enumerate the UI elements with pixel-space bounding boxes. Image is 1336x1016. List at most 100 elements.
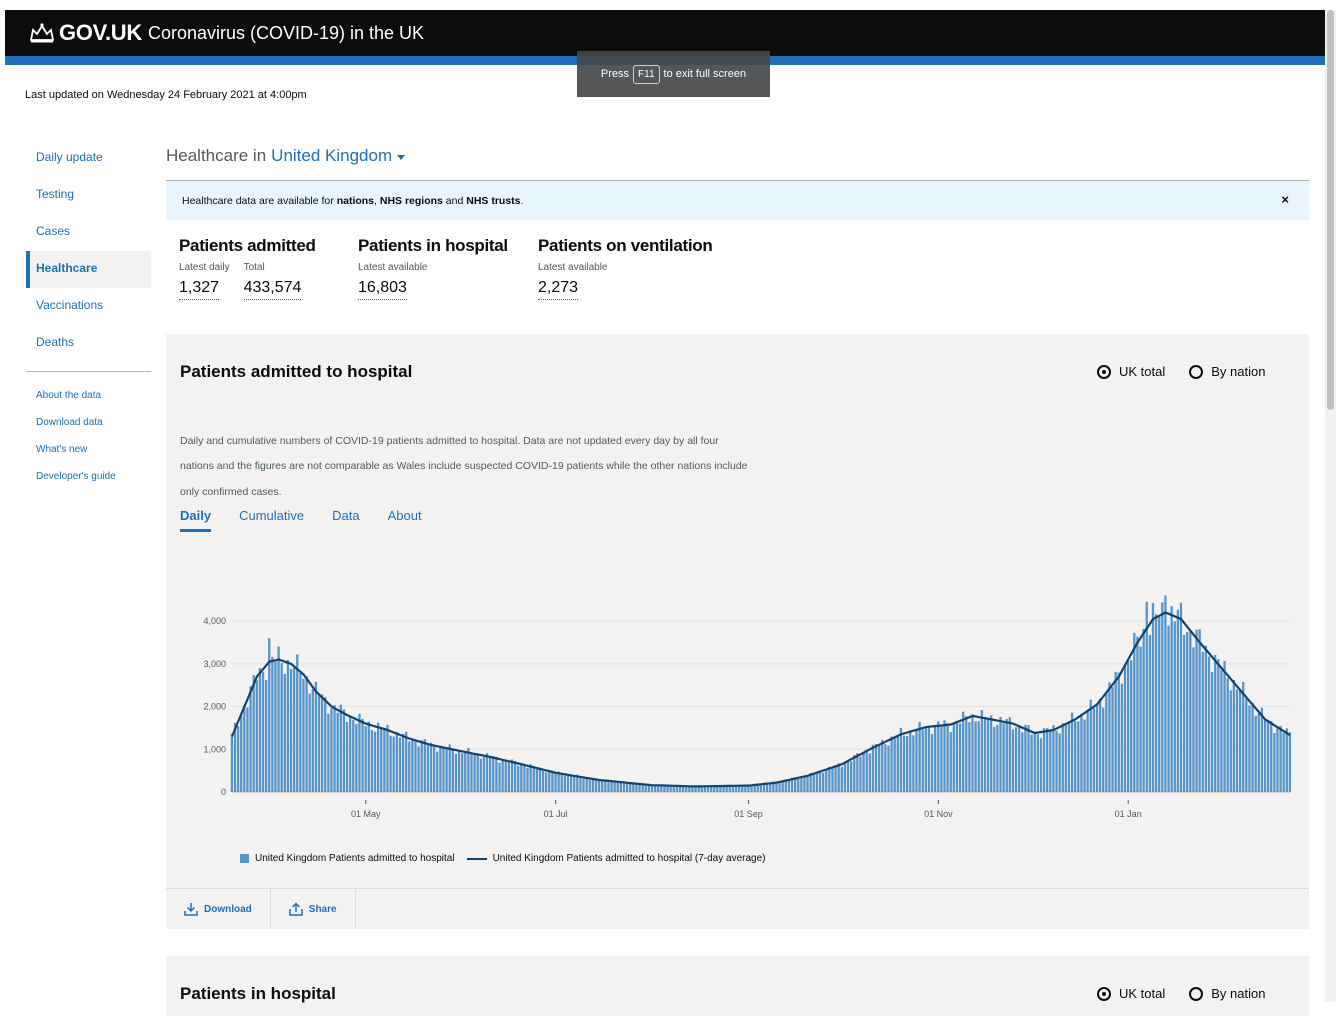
- daily-bar: [541, 771, 545, 792]
- daily-bar: [865, 752, 868, 792]
- tab-cumulative[interactable]: Cumulative: [239, 508, 304, 532]
- location-selector[interactable]: United Kingdom: [271, 146, 392, 166]
- radio-uk-total[interactable]: UK total: [1097, 986, 1165, 1001]
- daily-bar: [538, 767, 542, 792]
- sidebar-link-developers-guide[interactable]: Developer's guide: [26, 467, 151, 494]
- daily-bar: [974, 721, 977, 792]
- sidebar-item-testing[interactable]: Testing: [26, 177, 151, 214]
- banner-link-nhs-regions[interactable]: NHS regions: [380, 195, 443, 207]
- toast-press: Press: [600, 68, 630, 80]
- legend-line-swatch: [466, 857, 487, 860]
- daily-bar: [311, 689, 314, 792]
- radio-by-nation[interactable]: By nation: [1189, 986, 1265, 1001]
- daily-bar: [1176, 609, 1180, 792]
- radio-uk-total[interactable]: UK total: [1097, 364, 1165, 379]
- daily-bar: [1189, 630, 1192, 792]
- metric-value[interactable]: 1,327: [179, 279, 220, 300]
- daily-bar: [591, 778, 595, 792]
- daily-bar: [986, 719, 990, 792]
- admissions-chart[interactable]: 0 1,000 2,000 3,000 4,000 01 May 01 Jul 01 Sep 0…: [176, 590, 1306, 840]
- metric-value[interactable]: 2,273: [538, 279, 579, 300]
- sidebar-item-vaccinations[interactable]: Vaccinations: [26, 288, 151, 325]
- daily-bar: [1223, 661, 1226, 792]
- daily-bar: [993, 726, 996, 792]
- daily-bar: [417, 746, 420, 792]
- sidebar-nav: Daily update Testing Cases Healthcare Va…: [26, 140, 151, 494]
- daily-bar: [1186, 632, 1189, 792]
- daily-bar: [1154, 614, 1158, 792]
- service-name[interactable]: Coronavirus (COVID-19) in the UK: [148, 23, 424, 44]
- daily-bar: [380, 727, 383, 792]
- daily-bar: [255, 680, 258, 792]
- radio-by-nation[interactable]: By nation: [1189, 364, 1265, 379]
- daily-bar: [1117, 672, 1120, 792]
- chevron-down-icon[interactable]: [397, 154, 406, 160]
- close-icon[interactable]: ×: [1281, 192, 1289, 207]
- daily-bar: [1046, 728, 1049, 792]
- daily-bar: [377, 722, 380, 792]
- x-tick-label: 01 Sep: [734, 809, 763, 819]
- daily-bar: [1133, 632, 1136, 792]
- daily-bar: [781, 781, 784, 792]
- daily-bar: [271, 656, 274, 792]
- daily-bar: [918, 721, 921, 792]
- daily-bar: [856, 753, 859, 792]
- daily-bar: [1260, 707, 1264, 792]
- banner-link-nhs-trusts[interactable]: NHS trusts: [466, 195, 520, 207]
- daily-bar: [1229, 690, 1232, 792]
- daily-bar: [367, 721, 370, 792]
- sidebar-item-daily-update[interactable]: Daily update: [26, 140, 151, 177]
- daily-bar: [1018, 725, 1021, 792]
- headline-title: Patients in hospital: [358, 236, 508, 255]
- scrollbar-thumb[interactable]: [1327, 10, 1334, 410]
- daily-bar: [775, 782, 778, 792]
- daily-bar: [871, 744, 875, 792]
- metric-value[interactable]: 433,574: [243, 279, 302, 300]
- daily-bar: [632, 783, 635, 792]
- sidebar-link-about-data[interactable]: About the data: [26, 386, 151, 413]
- daily-bar: [451, 749, 454, 792]
- daily-bar: [277, 646, 280, 792]
- daily-bar: [1263, 720, 1267, 792]
- tab-daily[interactable]: Daily: [180, 508, 212, 532]
- metric-value[interactable]: 16,803: [358, 279, 407, 300]
- download-button[interactable]: Download: [166, 889, 270, 929]
- sidebar-item-healthcare[interactable]: Healthcare: [26, 251, 151, 288]
- x-tick-label: 01 Jul: [544, 809, 568, 819]
- daily-bar: [482, 756, 486, 792]
- sidebar-link-download-data[interactable]: Download data: [26, 413, 151, 440]
- daily-bar: [1027, 725, 1030, 792]
- daily-bar: [653, 785, 657, 792]
- tab-data[interactable]: Data: [332, 508, 359, 532]
- govuk-logo[interactable]: GOV.UK: [59, 20, 142, 46]
- sidebar-item-deaths[interactable]: Deaths: [26, 325, 151, 362]
- chart-svg: 0 1,000 2,000 3,000 4,000 01 May 01 Jul 01 Sep 0…: [203, 595, 1292, 819]
- daily-bar: [1139, 646, 1142, 792]
- daily-bar: [1008, 717, 1011, 792]
- daily-bar: [862, 752, 865, 792]
- daily-bar: [423, 739, 426, 792]
- daily-bar: [1030, 734, 1033, 792]
- banner-link-nations[interactable]: nations: [337, 195, 374, 207]
- sidebar-item-cases[interactable]: Cases: [26, 214, 151, 251]
- headline-title: Patients on ventilation: [538, 236, 713, 255]
- daily-bar: [787, 780, 791, 792]
- daily-bar: [955, 722, 959, 792]
- daily-bar: [563, 775, 567, 792]
- daily-bar: [1232, 679, 1236, 792]
- tab-about[interactable]: About: [388, 508, 422, 532]
- daily-bar: [815, 772, 819, 792]
- metric-label: Latest available: [538, 262, 608, 273]
- daily-bar: [927, 725, 931, 792]
- y-tick-label: 2,000: [203, 702, 226, 712]
- card-actions: Download Share: [166, 888, 1309, 929]
- share-button[interactable]: Share: [269, 889, 356, 929]
- page-scrollbar[interactable]: [1325, 10, 1336, 1002]
- sidebar-link-whats-new[interactable]: What's new: [26, 440, 151, 467]
- daily-bar: [261, 671, 265, 792]
- daily-bar: [1204, 645, 1208, 792]
- daily-bar: [327, 713, 330, 792]
- daily-bar: [548, 769, 551, 792]
- daily-bar: [1089, 699, 1092, 792]
- legend-bar-swatch: [240, 854, 249, 863]
